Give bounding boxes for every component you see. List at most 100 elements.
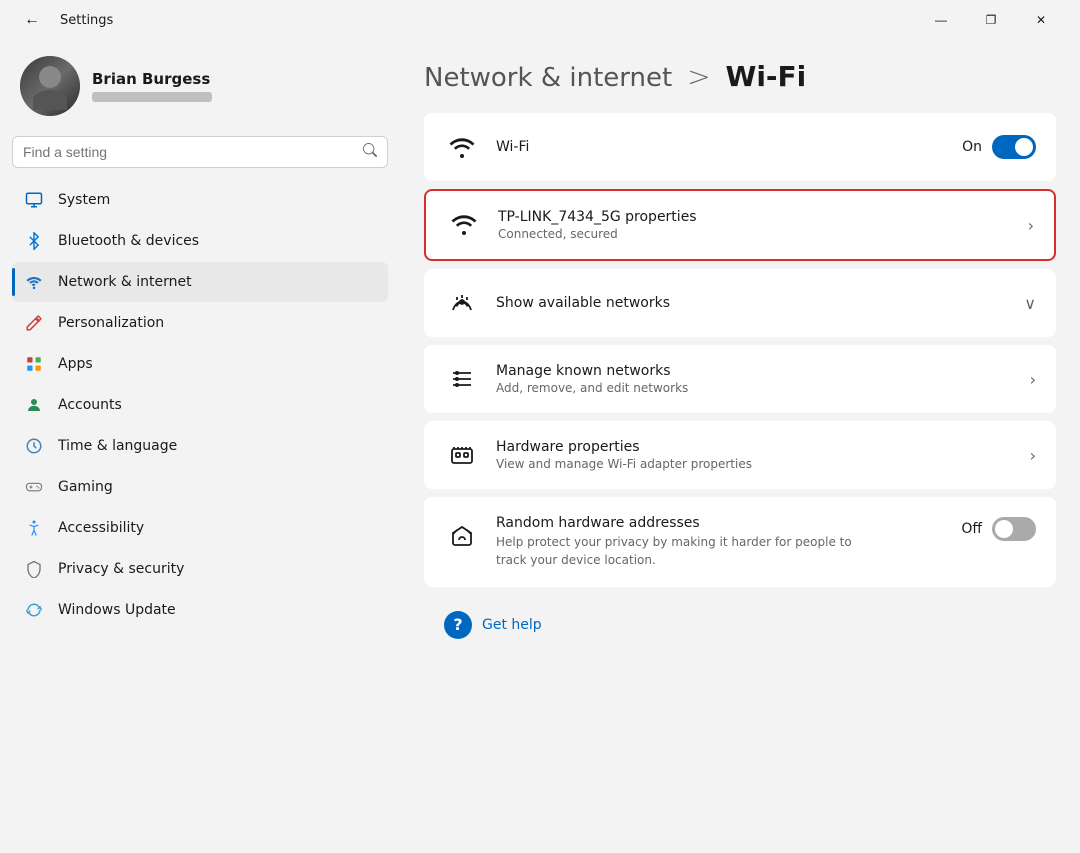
manage-networks-title: Manage known networks	[496, 363, 1030, 379]
nav-item-privacy[interactable]: Privacy & security	[12, 549, 388, 589]
page-title-main: Wi-Fi	[725, 60, 806, 93]
nav-label-accounts: Accounts	[58, 397, 122, 413]
nav-item-gaming[interactable]: Gaming	[12, 467, 388, 507]
titlebar-controls: — ❐ ✕	[918, 4, 1064, 36]
random-hardware-status-label: Off	[961, 521, 982, 537]
nav-item-network[interactable]: Network & internet	[12, 262, 388, 302]
available-networks-icon	[444, 285, 480, 321]
hardware-properties-row[interactable]: Hardware properties View and manage Wi-F…	[424, 421, 1056, 489]
hardware-icon	[444, 437, 480, 473]
nav-label-network: Network & internet	[58, 274, 192, 290]
network-info: TP-LINK_7434_5G properties Connected, se…	[498, 209, 1028, 241]
nav-label-system: System	[58, 192, 110, 208]
network-name: TP-LINK_7434_5G properties	[498, 209, 1028, 225]
main-content: Network & internet > Wi-Fi Wi-Fi	[400, 40, 1080, 853]
wifi-toggle-content: Wi-Fi	[496, 139, 962, 155]
wifi-toggle-switch[interactable]	[992, 135, 1036, 159]
update-icon	[24, 600, 44, 620]
hardware-properties-subtitle: View and manage Wi-Fi adapter properties	[496, 457, 1030, 471]
breadcrumb-separator: >	[687, 60, 710, 93]
nav-label-bluetooth: Bluetooth & devices	[58, 233, 199, 249]
random-hardware-toggle-switch[interactable]	[992, 517, 1036, 541]
wifi-status-label: On	[962, 139, 982, 155]
nav-item-system[interactable]: System	[12, 180, 388, 220]
network-chevron-right-icon: ›	[1028, 216, 1034, 235]
user-email-bar	[92, 92, 212, 102]
titlebar-title: Settings	[60, 13, 113, 28]
user-section: Brian Burgess	[8, 40, 392, 136]
page-header: Network & internet > Wi-Fi	[424, 60, 1056, 93]
manage-networks-chevron-icon: ›	[1030, 370, 1036, 389]
available-networks-title: Show available networks	[496, 295, 1024, 311]
avatar	[20, 56, 80, 116]
random-hardware-content: Random hardware addresses Help protect y…	[496, 515, 961, 569]
network-chevron-action: ›	[1028, 216, 1034, 235]
get-help-icon-label: ?	[453, 617, 462, 633]
get-help-label: Get help	[482, 617, 542, 633]
network-connection-row[interactable]: TP-LINK_7434_5G properties Connected, se…	[426, 191, 1054, 259]
available-networks-card: Show available networks ∨	[424, 269, 1056, 337]
available-networks-action: ∨	[1024, 294, 1036, 313]
random-hardware-title: Random hardware addresses	[496, 515, 961, 531]
nav-label-privacy: Privacy & security	[58, 561, 184, 577]
wifi-toggle-title: Wi-Fi	[496, 139, 962, 155]
manage-networks-icon	[444, 361, 480, 397]
nav-item-accessibility[interactable]: Accessibility	[12, 508, 388, 548]
nav-item-apps[interactable]: Apps	[12, 344, 388, 384]
random-hardware-icon	[444, 517, 480, 553]
nav-item-time[interactable]: Time & language	[12, 426, 388, 466]
wifi-main-icon	[444, 129, 480, 165]
get-help-link[interactable]: ? Get help	[424, 595, 1056, 655]
breadcrumb-parent: Network & internet	[424, 63, 672, 93]
back-button[interactable]: ←	[16, 7, 48, 33]
hardware-properties-title: Hardware properties	[496, 439, 1030, 455]
page-title: Network & internet > Wi-Fi	[424, 60, 1056, 93]
titlebar: ← Settings — ❐ ✕	[0, 0, 1080, 40]
accessibility-icon	[24, 518, 44, 538]
manage-networks-content: Manage known networks Add, remove, and e…	[496, 363, 1030, 395]
wifi-toggle-card: Wi-Fi On	[424, 113, 1056, 181]
network-connection-card[interactable]: TP-LINK_7434_5G properties Connected, se…	[424, 189, 1056, 261]
search-input[interactable]	[23, 144, 355, 160]
sidebar: Brian Burgess System	[0, 40, 400, 853]
available-networks-content: Show available networks	[496, 295, 1024, 311]
get-help-icon: ?	[444, 611, 472, 639]
available-networks-row[interactable]: Show available networks ∨	[424, 269, 1056, 337]
accounts-icon	[24, 395, 44, 415]
connected-wifi-icon	[446, 207, 482, 243]
nav-label-time: Time & language	[58, 438, 177, 454]
nav-label-apps: Apps	[58, 356, 93, 372]
nav-label-personalization: Personalization	[58, 315, 164, 331]
avatar-image	[20, 56, 80, 116]
available-networks-chevron-down-icon: ∨	[1024, 294, 1036, 313]
nav-item-accounts[interactable]: Accounts	[12, 385, 388, 425]
system-icon	[24, 190, 44, 210]
apps-icon	[24, 354, 44, 374]
nav-item-bluetooth[interactable]: Bluetooth & devices	[12, 221, 388, 261]
manage-networks-subtitle: Add, remove, and edit networks	[496, 381, 1030, 395]
nav-item-personalization[interactable]: Personalization	[12, 303, 388, 343]
hardware-chevron-icon: ›	[1030, 446, 1036, 465]
network-icon	[24, 272, 44, 292]
wifi-toggle-row: Wi-Fi On	[424, 113, 1056, 181]
nav-item-update[interactable]: Windows Update	[12, 590, 388, 630]
app-container: Brian Burgess System	[0, 40, 1080, 853]
manage-networks-row[interactable]: Manage known networks Add, remove, and e…	[424, 345, 1056, 413]
minimize-button[interactable]: —	[918, 4, 964, 36]
hardware-properties-card: Hardware properties View and manage Wi-F…	[424, 421, 1056, 489]
manage-networks-action: ›	[1030, 370, 1036, 389]
nav-label-update: Windows Update	[58, 602, 176, 618]
nav-label-accessibility: Accessibility	[58, 520, 144, 536]
nav-label-gaming: Gaming	[58, 479, 113, 495]
bluetooth-icon	[24, 231, 44, 251]
search-box[interactable]	[12, 136, 388, 168]
close-button[interactable]: ✕	[1018, 4, 1064, 36]
user-name: Brian Burgess	[92, 70, 212, 88]
maximize-button[interactable]: ❐	[968, 4, 1014, 36]
network-status: Connected, secured	[498, 227, 1028, 241]
time-icon	[24, 436, 44, 456]
privacy-icon	[24, 559, 44, 579]
gaming-icon	[24, 477, 44, 497]
manage-networks-card: Manage known networks Add, remove, and e…	[424, 345, 1056, 413]
user-info: Brian Burgess	[92, 70, 212, 102]
